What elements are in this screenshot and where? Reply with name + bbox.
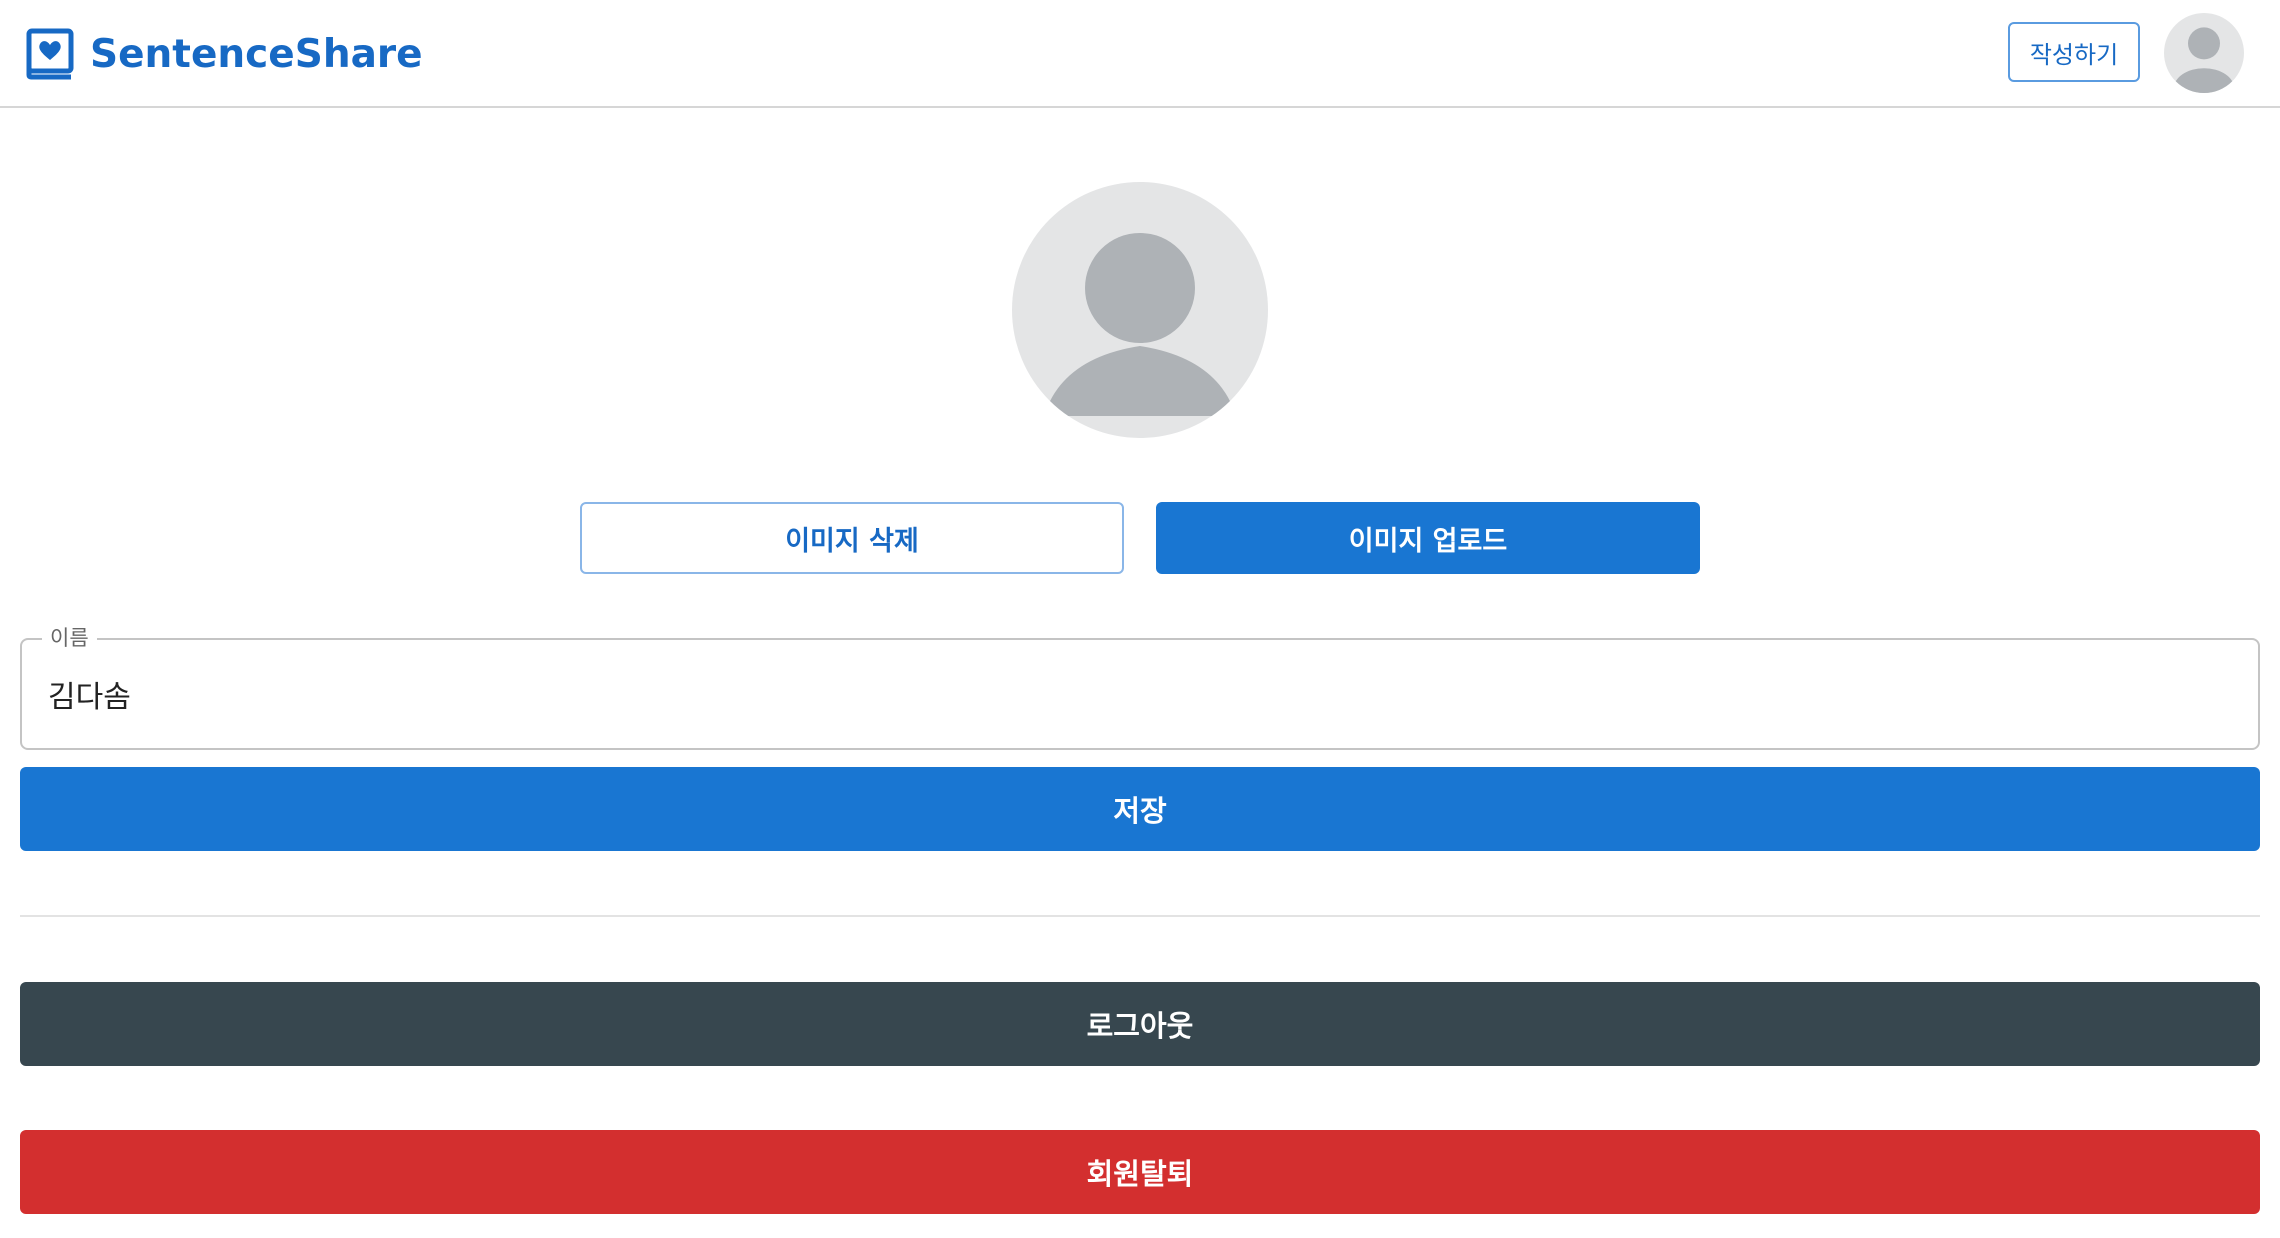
name-input[interactable] [48, 668, 2228, 720]
user-avatar-icon [1044, 233, 1236, 416]
withdraw-account-button[interactable]: 회원탈퇴 [20, 1130, 2260, 1214]
book-heart-icon [26, 28, 74, 80]
name-field-label: 이름 [42, 624, 97, 652]
upload-image-button[interactable]: 이미지 업로드 [1156, 502, 1700, 574]
user-avatar-icon [2173, 27, 2235, 93]
delete-image-button[interactable]: 이미지 삭제 [580, 502, 1124, 574]
divider [20, 915, 2260, 917]
app-header: SentenceShare 작성하기 [0, 0, 2280, 108]
brand-logo-link[interactable]: SentenceShare [26, 26, 423, 82]
write-button[interactable]: 작성하기 [2008, 22, 2140, 82]
brand-name: SentenceShare [90, 31, 423, 77]
name-field: 이름 [20, 624, 2260, 750]
save-button[interactable]: 저장 [20, 767, 2260, 851]
profile-avatar [1012, 182, 1268, 438]
user-avatar-button[interactable] [2164, 13, 2244, 93]
logout-button[interactable]: 로그아웃 [20, 982, 2260, 1066]
